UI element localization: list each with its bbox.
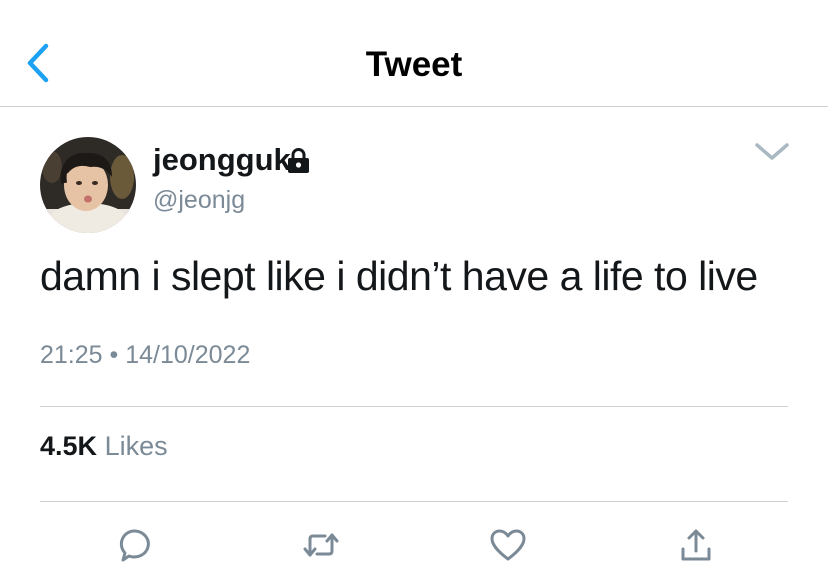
user-handle[interactable]: @jeonjg <box>153 186 245 215</box>
avatar[interactable] <box>40 137 136 233</box>
display-name[interactable]: jeongguk <box>153 142 291 178</box>
tweet-timestamp: 21:25 • 14/10/2022 <box>40 341 250 370</box>
chevron-down-icon[interactable] <box>754 141 790 163</box>
divider <box>40 406 788 407</box>
share-icon[interactable] <box>676 525 716 565</box>
tweet-date: 14/10/2022 <box>125 341 251 369</box>
navigation-bar: Tweet <box>0 0 828 107</box>
divider <box>40 501 788 502</box>
reply-icon[interactable] <box>115 525 155 565</box>
like-icon[interactable] <box>488 525 528 565</box>
retweet-icon[interactable] <box>301 525 341 565</box>
likes-stat[interactable]: 4.5K Likes <box>40 431 168 462</box>
page-title: Tweet <box>365 45 463 84</box>
likes-label: Likes <box>104 431 168 461</box>
meta-separator: • <box>109 341 119 369</box>
nav-divider <box>0 106 828 107</box>
lock-icon <box>288 148 309 173</box>
tweet-time: 21:25 <box>40 341 103 369</box>
avatar-photo-icon <box>40 137 136 233</box>
tweet-text: damn i slept like i didn’t have a life t… <box>40 253 758 299</box>
likes-count: 4.5K <box>40 431 98 461</box>
